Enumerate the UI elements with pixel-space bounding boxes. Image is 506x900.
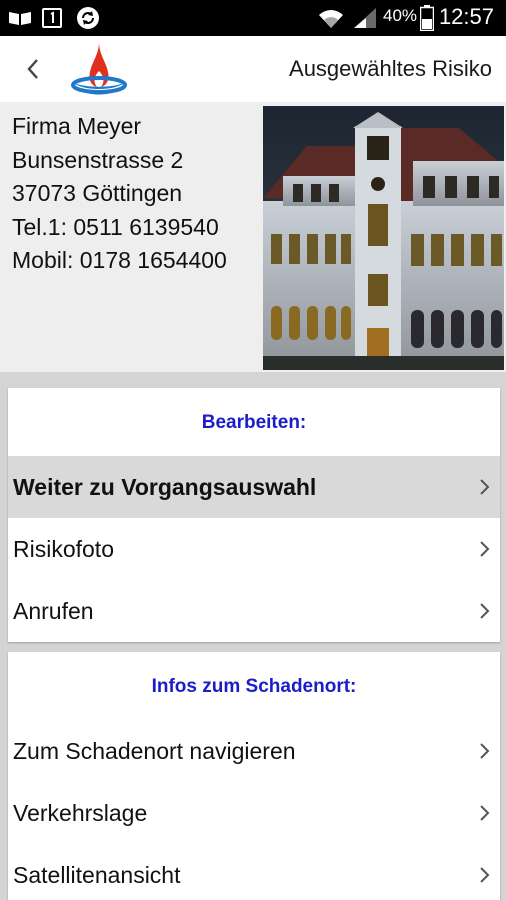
- sim-card-icon: [42, 8, 62, 28]
- menu-item-anrufen[interactable]: Anrufen: [8, 580, 500, 642]
- menu-item-satellitenansicht[interactable]: Satellitenansicht: [8, 844, 500, 900]
- signal-icon: [354, 8, 376, 28]
- clock: 12:57: [438, 4, 494, 29]
- menu-item-label: Verkehrslage: [13, 799, 148, 826]
- street-address: Bunsenstrasse 2: [12, 146, 184, 173]
- chevron-right-icon: [480, 541, 490, 557]
- menu-item-label: Risikofoto: [13, 535, 114, 562]
- app-logo: [71, 42, 127, 95]
- phone-number: Tel.1: 0511 6139540: [12, 213, 219, 240]
- location-section-heading: Infos zum Schadenort:: [151, 676, 357, 697]
- chevron-right-icon: [480, 479, 490, 495]
- battery-percent: 40%: [383, 6, 418, 25]
- status-bar: 40% 12:57: [0, 0, 506, 36]
- chevron-right-icon: [480, 805, 490, 821]
- edit-section-heading: Bearbeiten:: [201, 412, 307, 433]
- risk-header: Firma Meyer Bunsenstrasse 2 37073 Göttin…: [0, 102, 506, 372]
- menu-item-label: Satellitenansicht: [13, 861, 181, 888]
- page-title: Ausgewähltes Risiko: [289, 56, 492, 81]
- action-bar: Ausgewähltes Risiko: [0, 36, 506, 102]
- chevron-left-icon: [27, 59, 38, 79]
- risk-photo[interactable]: [263, 106, 504, 370]
- menu-item-risikofoto[interactable]: Risikofoto: [8, 518, 500, 580]
- contact-block: Firma Meyer Bunsenstrasse 2 37073 Göttin…: [12, 110, 227, 278]
- book-icon: [9, 12, 31, 25]
- wifi-icon: [319, 10, 343, 29]
- menu-item-navigate[interactable]: Zum Schadenort navigieren: [8, 720, 500, 782]
- menu-item-verkehrslage[interactable]: Verkehrslage: [8, 782, 500, 844]
- company-name: Firma Meyer: [12, 113, 142, 139]
- postal-city: 37073 Göttingen: [12, 180, 183, 206]
- battery-icon: [420, 5, 434, 31]
- chevron-right-icon: [480, 867, 490, 883]
- menu-item-label: Zum Schadenort navigieren: [13, 737, 296, 764]
- sync-icon: [77, 7, 99, 29]
- location-card: Infos zum Schadenort: Zum Schadenort nav…: [8, 652, 500, 900]
- menu-item-label: Anrufen: [13, 597, 94, 624]
- menu-item-label: Weiter zu Vorgangsauswahl: [13, 473, 317, 500]
- edit-card: Bearbeiten: Weiter zu Vorgangsauswahl Ri…: [8, 388, 500, 642]
- chevron-right-icon: [480, 603, 490, 619]
- back-button[interactable]: [14, 50, 52, 88]
- mobile-number: Mobil: 0178 1654400: [12, 247, 227, 273]
- menu-item-vorgangsauswahl[interactable]: Weiter zu Vorgangsauswahl: [8, 456, 500, 518]
- chevron-right-icon: [480, 743, 490, 759]
